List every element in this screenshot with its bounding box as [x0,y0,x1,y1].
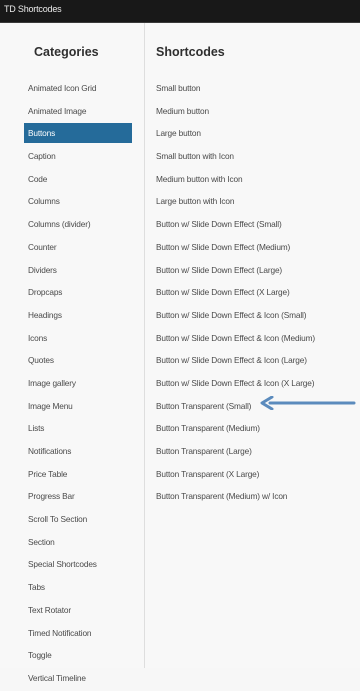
category-item-headings[interactable]: Headings [24,305,132,328]
shortcode-item-button-w-slide-down-effect-and-icon-large[interactable]: Button w/ Slide Down Effect & Icon (Larg… [152,350,352,373]
arrow-left-icon [260,396,356,410]
category-item-tabs[interactable]: Tabs [24,577,132,600]
shortcode-item-button-w-slide-down-effect-small[interactable]: Button w/ Slide Down Effect (Small) [152,214,352,237]
category-item-columns-divider[interactable]: Columns (divider) [24,214,132,237]
shortcode-item-small-button-with-icon[interactable]: Small button with Icon [152,146,352,169]
shortcode-item-button-w-slide-down-effect-and-icon-x-large[interactable]: Button w/ Slide Down Effect & Icon (X La… [152,373,352,396]
shortcode-item-button-transparent-x-large[interactable]: Button Transparent (X Large) [152,464,352,487]
categories-list: Animated Icon Grid Animated Image Buttons C… [24,78,132,691]
category-item-image-gallery[interactable]: Image gallery [24,373,132,396]
shortcode-item-button-w-slide-down-effect-x-large[interactable]: Button w/ Slide Down Effect (X Large) [152,282,352,305]
title-bar: TD Shortcodes [0,0,360,23]
shortcodes-heading: Shortcodes [156,45,225,59]
category-item-scroll-to-section[interactable]: Scroll To Section [24,509,132,532]
shortcode-item-button-transparent-medium[interactable]: Button Transparent (Medium) [152,418,352,441]
shortcode-item-button-transparent-large[interactable]: Button Transparent (Large) [152,441,352,464]
shortcode-item-button-w-slide-down-effect-and-icon-small[interactable]: Button w/ Slide Down Effect & Icon (Smal… [152,305,352,328]
shortcode-item-small-button[interactable]: Small button [152,78,352,101]
category-item-dividers[interactable]: Dividers [24,260,132,283]
category-item-dropcaps[interactable]: Dropcaps [24,282,132,305]
category-item-columns[interactable]: Columns [24,191,132,214]
category-item-code[interactable]: Code [24,169,132,192]
category-item-lists[interactable]: Lists [24,418,132,441]
category-item-text-rotator[interactable]: Text Rotator [24,600,132,623]
shortcode-item-large-button-with-icon[interactable]: Large button with Icon [152,191,352,214]
shortcode-item-button-w-slide-down-effect-large[interactable]: Button w/ Slide Down Effect (Large) [152,260,352,283]
category-item-progress-bar[interactable]: Progress Bar [24,486,132,509]
category-item-toggle[interactable]: Toggle [24,645,132,668]
shortcode-item-button-transparent-medium-w-icon[interactable]: Button Transparent (Medium) w/ Icon [152,486,352,509]
category-item-quotes[interactable]: Quotes [24,350,132,373]
category-item-animated-icon-grid[interactable]: Animated Icon Grid [24,78,132,101]
category-item-vertical-timeline[interactable]: Vertical Timeline [24,668,132,691]
categories-heading: Categories [34,45,99,59]
category-item-buttons[interactable]: Buttons [24,123,132,144]
category-item-icons[interactable]: Icons [24,328,132,351]
category-item-image-menu[interactable]: Image Menu [24,396,132,419]
category-item-section[interactable]: Section [24,532,132,555]
category-item-special-shortcodes[interactable]: Special Shortcodes [24,554,132,577]
shortcodes-list: Small button Medium button Large button Sma… [152,78,352,509]
shortcode-item-medium-button-with-icon[interactable]: Medium button with Icon [152,169,352,192]
column-divider [144,23,145,668]
category-item-caption[interactable]: Caption [24,146,132,169]
category-item-animated-image[interactable]: Animated Image [24,101,132,124]
shortcode-item-button-w-slide-down-effect-medium[interactable]: Button w/ Slide Down Effect (Medium) [152,237,352,260]
category-item-notifications[interactable]: Notifications [24,441,132,464]
shortcode-item-medium-button[interactable]: Medium button [152,101,352,124]
shortcode-item-button-w-slide-down-effect-and-icon-medium[interactable]: Button w/ Slide Down Effect & Icon (Medi… [152,328,352,351]
category-item-timed-notification[interactable]: Timed Notification [24,623,132,646]
category-item-price-table[interactable]: Price Table [24,464,132,487]
window-title: TD Shortcodes [4,4,62,14]
category-item-counter[interactable]: Counter [24,237,132,260]
shortcode-item-large-button[interactable]: Large button [152,123,352,146]
